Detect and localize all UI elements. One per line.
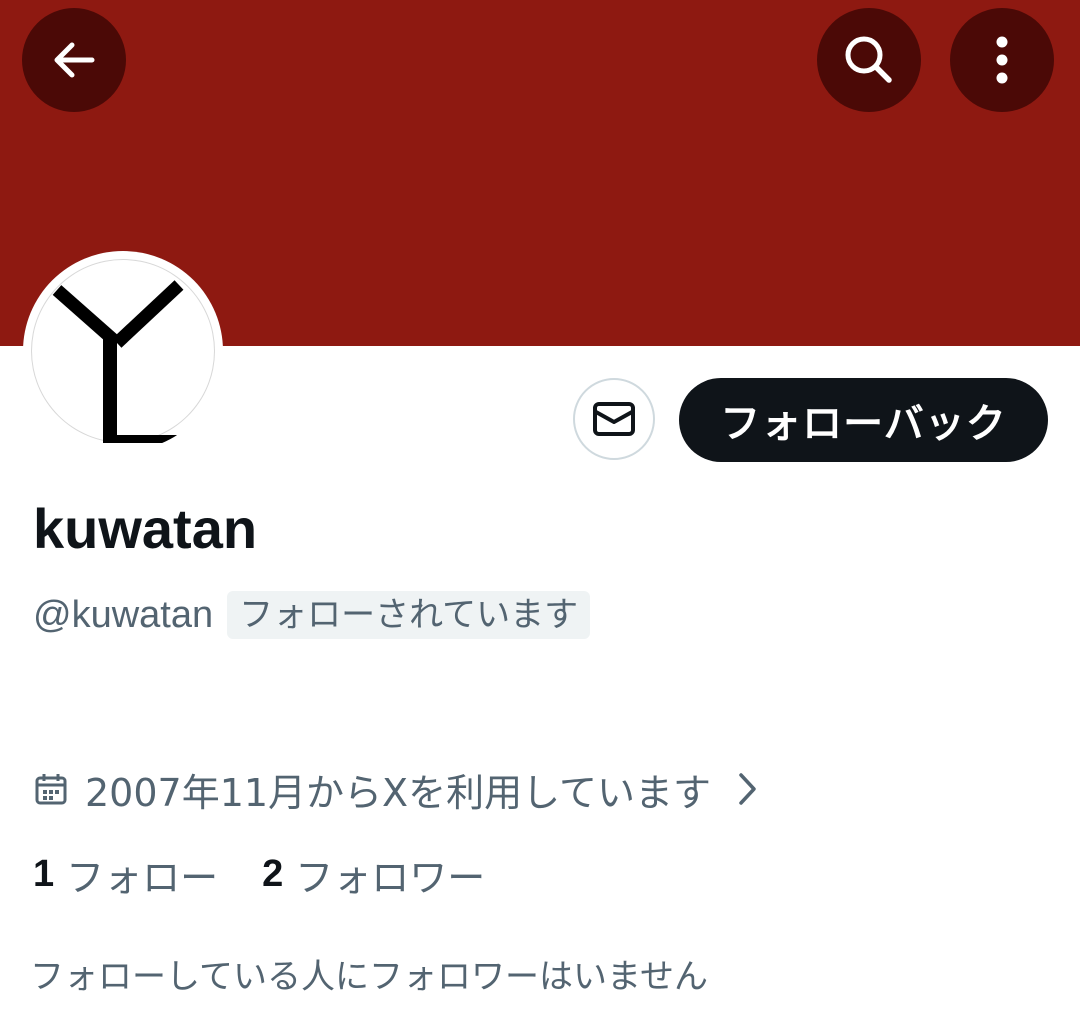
avatar-logo-icon [52, 280, 184, 443]
following-label: フォロー [66, 855, 219, 900]
mail-icon [593, 402, 635, 436]
follows-you-badge: フォローされています [227, 591, 591, 639]
search-icon [845, 36, 892, 83]
message-button[interactable] [573, 378, 655, 460]
more-vertical-icon [996, 36, 1008, 84]
search-button[interactable] [817, 8, 921, 112]
chevron-right-icon [739, 773, 756, 805]
following-link[interactable]: 1 フォロー [33, 847, 218, 902]
arrow-left-icon [54, 42, 95, 78]
calendar-icon [35, 774, 67, 805]
followers-label: フォロワー [295, 855, 486, 900]
user-handle: @kuwatan [33, 593, 214, 636]
followers-link[interactable]: 2 フォロワー [262, 847, 485, 902]
joined-date-row[interactable]: 2007年11月からXを利用しています [33, 762, 759, 816]
handle-row: @kuwatan フォローされています [33, 590, 591, 640]
avatar[interactable] [23, 251, 223, 451]
more-options-button[interactable] [950, 8, 1054, 112]
profile-page: フォローバック kuwatan @kuwatan フォローされています 2007… [0, 0, 1080, 1021]
follow-back-button[interactable]: フォローバック [679, 378, 1048, 462]
mutual-followers-text: フォローしている人にフォロワーはいません [30, 957, 708, 997]
followers-count: 2 [262, 852, 284, 895]
back-button[interactable] [22, 8, 126, 112]
joined-date-text: 2007年11月からXを利用しています [85, 770, 711, 815]
follow-stats-row: 1 フォロー 2 フォロワー [33, 846, 485, 902]
following-count: 1 [33, 852, 55, 895]
display-name: kuwatan [33, 497, 258, 560]
avatar-image [31, 259, 215, 443]
